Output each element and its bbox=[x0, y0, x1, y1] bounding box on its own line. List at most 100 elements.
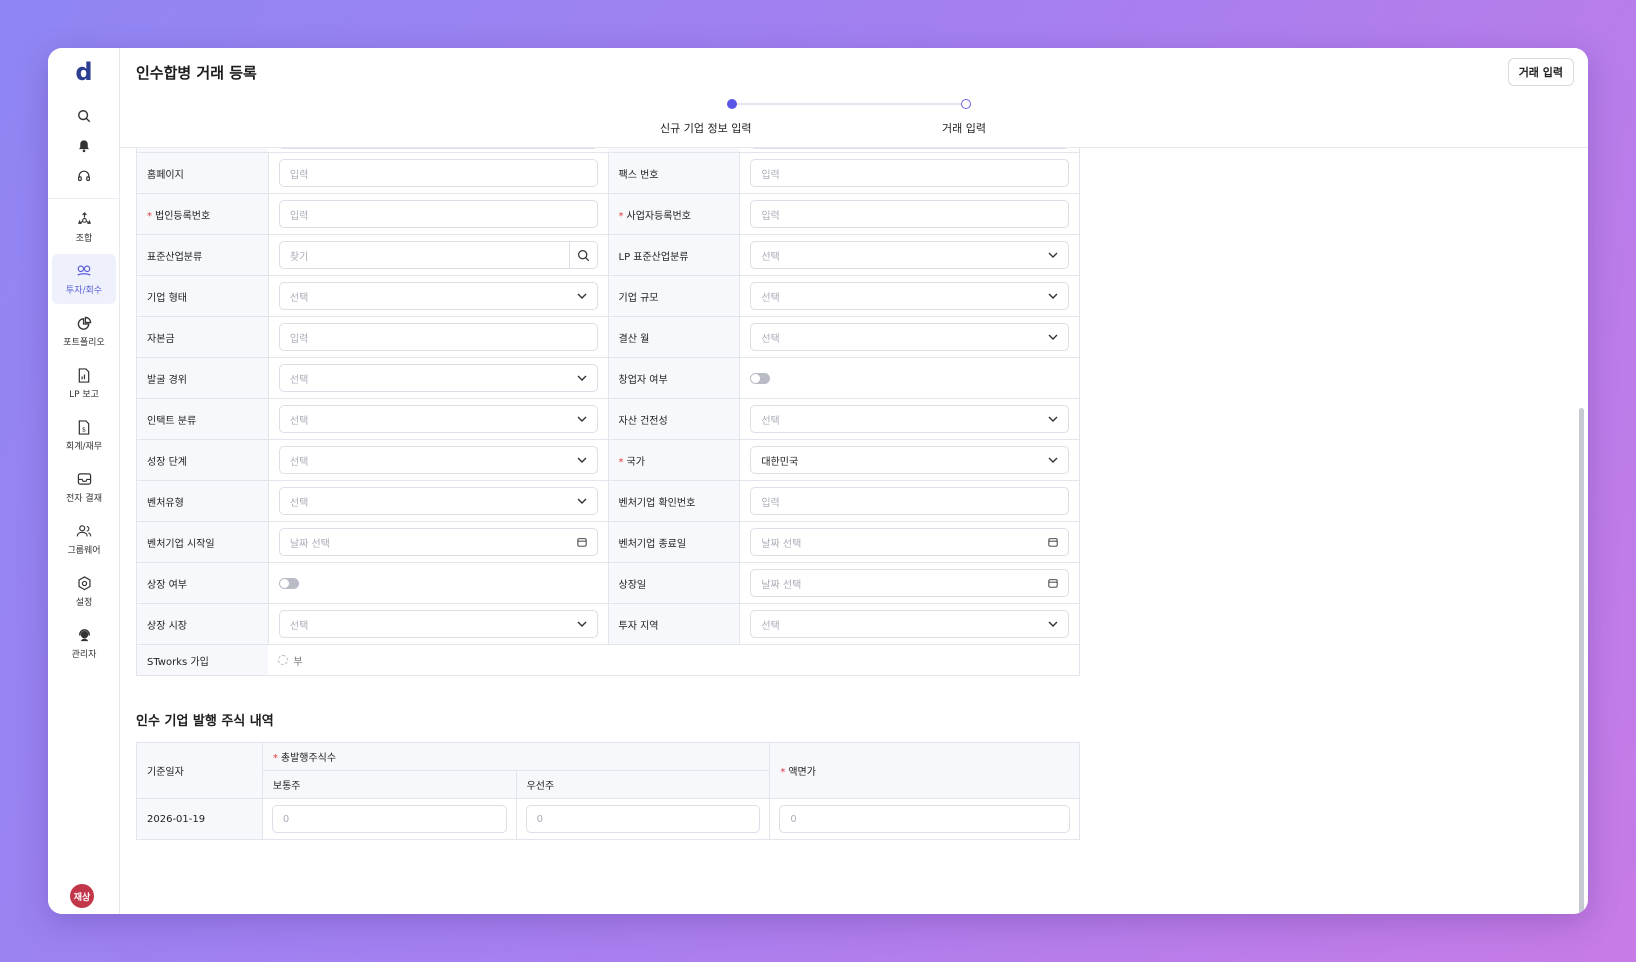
field-label: * 국가 bbox=[607, 439, 741, 481]
founder-toggle[interactable] bbox=[750, 372, 771, 384]
table-row: 2026-01-19 0 0 0 bbox=[136, 798, 1080, 840]
sidebar-item-groupware[interactable]: 그룹웨어 bbox=[52, 514, 116, 564]
sidebar-item-label: 전자 결재 bbox=[66, 494, 102, 504]
field-label: 표준산업분류 bbox=[136, 234, 269, 276]
partial-input[interactable] bbox=[749, 148, 1069, 149]
chevron-down-icon bbox=[1048, 252, 1058, 258]
field-label: 자본금 bbox=[136, 316, 269, 358]
chevron-down-icon bbox=[577, 457, 587, 463]
impact-category-select[interactable]: 선택 bbox=[278, 405, 598, 433]
header-preferred: 우선주 bbox=[515, 770, 771, 799]
users-icon bbox=[75, 522, 93, 540]
growth-stage-select[interactable]: 선택 bbox=[278, 446, 598, 474]
sidebar-item-portfolio[interactable]: 포트폴리오 bbox=[52, 306, 116, 356]
chevron-down-icon bbox=[1048, 334, 1058, 340]
sidebar-item-investment[interactable]: 투자/회수 bbox=[52, 254, 116, 304]
required-mark: * bbox=[147, 210, 152, 222]
header-par-value: * 액면가 bbox=[769, 742, 1080, 799]
preferred-shares-input[interactable]: 0 bbox=[525, 805, 761, 833]
chevron-down-icon bbox=[1048, 416, 1058, 422]
header-base-date: 기준일자 bbox=[136, 742, 263, 799]
sidebar-item-label: 포트폴리오 bbox=[63, 338, 105, 348]
app-logo[interactable]: d bbox=[48, 58, 120, 86]
radio-icon bbox=[278, 655, 289, 665]
field-label: 창업자 여부 bbox=[607, 357, 741, 399]
field-label: 투자 지역 bbox=[607, 603, 741, 645]
field-label: 성장 단계 bbox=[136, 439, 269, 481]
listing-date-picker[interactable]: 날짜 선택 bbox=[750, 569, 1069, 597]
chevron-down-icon bbox=[1048, 457, 1058, 463]
required-mark: * bbox=[618, 456, 624, 468]
sidebar-item-approval[interactable]: 전자 결재 bbox=[52, 462, 116, 512]
document-chart-icon bbox=[75, 366, 93, 384]
venture-cert-number-input[interactable]: 입력 bbox=[750, 487, 1069, 515]
search-icon[interactable] bbox=[568, 242, 597, 268]
investment-region-select[interactable]: 선택 bbox=[750, 610, 1069, 638]
common-shares-input[interactable]: 0 bbox=[271, 805, 507, 833]
listed-toggle[interactable] bbox=[278, 577, 299, 589]
search-icon[interactable] bbox=[74, 106, 94, 126]
inbox-icon bbox=[75, 470, 93, 488]
sidebar-item-fund[interactable]: 조합 bbox=[52, 202, 116, 252]
corp-registration-input[interactable]: 입력 bbox=[278, 200, 598, 228]
country-select[interactable]: 대한민국 bbox=[750, 446, 1069, 474]
sidebar-item-admin[interactable]: 관리자 bbox=[52, 618, 116, 668]
field-label: 벤처기업 종료일 bbox=[607, 521, 741, 563]
field-label: 상장일 bbox=[607, 562, 741, 604]
settlement-month-select[interactable]: 선택 bbox=[750, 323, 1069, 351]
headset-icon[interactable] bbox=[74, 166, 94, 186]
scrollbar[interactable] bbox=[1579, 408, 1584, 914]
header-common: 보통주 bbox=[261, 770, 517, 799]
business-registration-input[interactable]: 입력 bbox=[750, 200, 1069, 228]
par-value-input[interactable]: 0 bbox=[779, 805, 1070, 833]
company-info-form: 홈페이지 입력 팩스 번호 입력 * 법인등록번호 입력 * 사업자등록번호 입력 … bbox=[136, 148, 1080, 676]
field-label: 기업 형태 bbox=[136, 275, 269, 317]
field-label: STworks 가입 bbox=[136, 644, 269, 676]
company-type-select[interactable]: 선택 bbox=[278, 282, 598, 310]
industry-search-input[interactable]: 찾기 bbox=[278, 241, 598, 269]
field-label: * 법인등록번호 bbox=[136, 193, 269, 235]
field-label: 상장 시장 bbox=[136, 603, 269, 645]
venture-start-date-picker[interactable]: 날짜 선택 bbox=[278, 528, 598, 556]
avatar[interactable]: 재상 bbox=[70, 884, 94, 908]
field-label: 인택트 분류 bbox=[136, 398, 269, 440]
field-label: 자산 건전성 bbox=[607, 398, 741, 440]
sidebar-divider bbox=[48, 198, 120, 199]
fax-input[interactable]: 입력 bbox=[750, 159, 1069, 187]
capital-input[interactable]: 입력 bbox=[278, 323, 598, 351]
field-label: 상장 여부 bbox=[136, 562, 269, 604]
stworks-radio[interactable]: 부 bbox=[278, 653, 1069, 668]
page-header: 인수합병 거래 등록 거래 입력 신규 기업 정보 입력 거래 입력 bbox=[120, 48, 1588, 148]
bell-icon[interactable] bbox=[74, 136, 94, 156]
chevron-down-icon bbox=[577, 375, 587, 381]
asset-soundness-select[interactable]: 선택 bbox=[750, 405, 1069, 433]
partial-input[interactable] bbox=[278, 148, 598, 149]
step-1-indicator[interactable] bbox=[727, 99, 737, 109]
homepage-input[interactable]: 입력 bbox=[278, 159, 598, 187]
chevron-down-icon bbox=[1048, 293, 1058, 299]
app-window: d 조합 투자/회수 포트폴리오 LP 보고 $ 회계/재무 전자 결재 그룹웨… bbox=[48, 48, 1588, 914]
deal-input-button[interactable]: 거래 입력 bbox=[1507, 58, 1574, 86]
listing-market-select[interactable]: 선택 bbox=[278, 610, 598, 638]
recycle-icon bbox=[75, 210, 93, 228]
sidebar-item-settings[interactable]: 설정 bbox=[52, 566, 116, 616]
calendar-icon bbox=[1048, 537, 1058, 547]
venture-type-select[interactable]: 선택 bbox=[278, 487, 598, 515]
sidebar-item-lp-report[interactable]: LP 보고 bbox=[52, 358, 116, 408]
field-label: 결산 월 bbox=[607, 316, 741, 358]
step-1-label[interactable]: 신규 기업 정보 입력 bbox=[660, 120, 751, 136]
field-label: 팩스 번호 bbox=[607, 152, 741, 194]
step-2-indicator[interactable] bbox=[961, 99, 971, 109]
venture-end-date-picker[interactable]: 날짜 선택 bbox=[750, 528, 1069, 556]
lp-industry-select[interactable]: 선택 bbox=[750, 241, 1069, 269]
base-date-value: 2026-01-19 bbox=[136, 798, 263, 840]
company-size-select[interactable]: 선택 bbox=[750, 282, 1069, 310]
sidebar-item-label: 설정 bbox=[75, 598, 93, 608]
stock-section-title: 인수 기업 발행 주식 내역 bbox=[136, 714, 274, 729]
step-2-label[interactable]: 거래 입력 bbox=[942, 120, 986, 136]
discovery-path-select[interactable]: 선택 bbox=[278, 364, 598, 392]
calendar-icon bbox=[576, 537, 587, 547]
sidebar-item-accounting[interactable]: $ 회계/재무 bbox=[52, 410, 116, 460]
sidebar-item-label: 투자/회수 bbox=[65, 286, 103, 296]
field-label: * 사업자등록번호 bbox=[607, 193, 741, 235]
